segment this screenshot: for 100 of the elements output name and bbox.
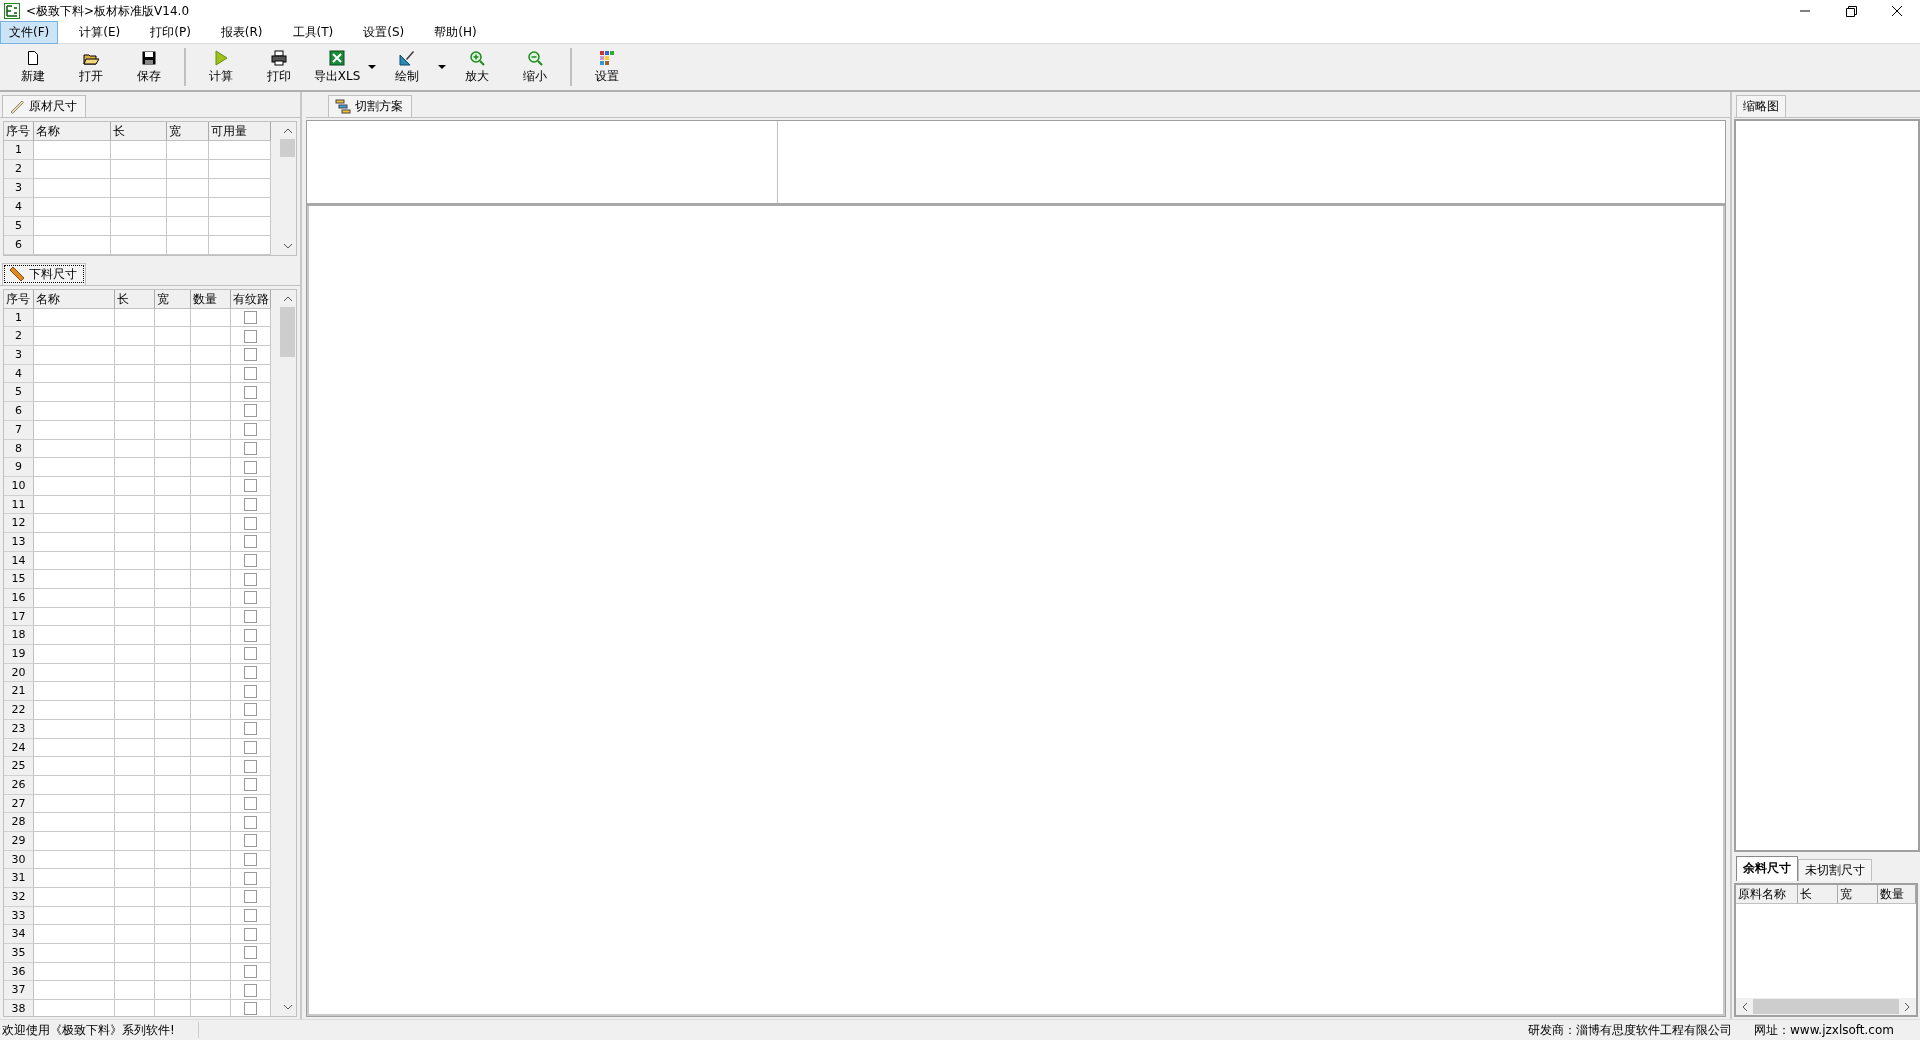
table-cell[interactable] bbox=[191, 645, 231, 664]
menu-item[interactable]: 计算(E) bbox=[70, 21, 130, 44]
table-cell[interactable] bbox=[191, 626, 231, 646]
panel-tab[interactable]: 余料尺寸 bbox=[1736, 856, 1798, 881]
column-header[interactable]: 名称 bbox=[34, 122, 111, 141]
table-cell[interactable] bbox=[34, 1000, 115, 1016]
scroll-down-icon[interactable] bbox=[283, 1005, 292, 1010]
menu-item[interactable]: 设置(S) bbox=[354, 21, 414, 44]
table-cell[interactable] bbox=[34, 701, 115, 720]
table-cell[interactable] bbox=[155, 682, 191, 702]
panel-tab[interactable]: 下料尺寸 bbox=[2, 263, 86, 285]
table-cell[interactable] bbox=[191, 888, 231, 907]
checkbox[interactable] bbox=[244, 778, 257, 792]
panel-tab[interactable]: 缩略图 bbox=[1736, 95, 1786, 117]
table-cell[interactable] bbox=[191, 682, 231, 702]
checkbox[interactable] bbox=[244, 909, 257, 923]
toolbar-button[interactable]: 新建 bbox=[4, 46, 62, 88]
scrollbar-thumb[interactable] bbox=[280, 307, 295, 357]
table-cell[interactable] bbox=[115, 626, 155, 646]
table-cell[interactable] bbox=[34, 327, 115, 347]
column-header[interactable]: 可用量 bbox=[209, 122, 271, 141]
table-cell[interactable] bbox=[191, 402, 231, 421]
table-cell[interactable] bbox=[191, 981, 231, 1001]
column-header[interactable]: 宽 bbox=[167, 122, 209, 141]
table-cell[interactable] bbox=[191, 944, 231, 963]
table-cell[interactable] bbox=[115, 570, 155, 589]
table-cell[interactable] bbox=[34, 813, 115, 832]
table-cell[interactable] bbox=[191, 383, 231, 403]
table-cell[interactable] bbox=[115, 925, 155, 945]
column-header[interactable]: 名称 bbox=[34, 290, 115, 309]
column-header[interactable]: 长 bbox=[115, 290, 155, 309]
table-cell[interactable] bbox=[209, 179, 271, 198]
panel-tab[interactable]: 切割方案 bbox=[328, 95, 412, 117]
table-cell[interactable] bbox=[167, 198, 209, 217]
table-cell[interactable] bbox=[115, 514, 155, 533]
table-cell[interactable] bbox=[155, 383, 191, 403]
table-cell[interactable] bbox=[34, 626, 115, 646]
table-cell[interactable] bbox=[155, 944, 191, 963]
table-cell[interactable] bbox=[155, 346, 191, 365]
checkbox[interactable] bbox=[244, 852, 257, 866]
scroll-up-icon[interactable] bbox=[283, 296, 292, 301]
menu-item[interactable]: 帮助(H) bbox=[425, 21, 486, 44]
checkbox[interactable] bbox=[244, 815, 257, 829]
table-cell[interactable] bbox=[209, 160, 271, 179]
table-cell[interactable] bbox=[34, 589, 115, 608]
dropdown-caret-icon[interactable] bbox=[368, 65, 376, 69]
column-header[interactable]: 原料名称 bbox=[1736, 885, 1798, 904]
toolbar-button[interactable]: 放大 bbox=[448, 46, 506, 88]
table-cell[interactable] bbox=[115, 402, 155, 421]
table-cell[interactable] bbox=[34, 160, 111, 179]
table-cell[interactable] bbox=[111, 217, 167, 236]
checkbox[interactable] bbox=[244, 423, 257, 437]
table-cell[interactable] bbox=[115, 701, 155, 720]
table-cell[interactable] bbox=[115, 682, 155, 702]
column-header[interactable]: 宽 bbox=[155, 290, 191, 309]
table-cell[interactable] bbox=[155, 645, 191, 664]
table-cell[interactable] bbox=[191, 327, 231, 347]
table-cell[interactable] bbox=[34, 682, 115, 702]
toolbar-button[interactable]: 打开 bbox=[62, 46, 120, 88]
table-cell[interactable] bbox=[209, 217, 271, 236]
checkbox[interactable] bbox=[244, 329, 257, 343]
toolbar-button[interactable]: 导出XLS bbox=[308, 46, 366, 88]
table-cell[interactable] bbox=[34, 198, 111, 217]
table-cell[interactable] bbox=[34, 236, 111, 255]
scroll-right-icon[interactable] bbox=[1905, 1002, 1910, 1011]
column-header[interactable]: 序号 bbox=[4, 122, 34, 141]
checkbox[interactable] bbox=[244, 479, 257, 493]
table-cell[interactable] bbox=[167, 179, 209, 198]
horizontal-scrollbar[interactable] bbox=[1736, 998, 1916, 1015]
table-cell[interactable] bbox=[34, 179, 111, 198]
dropdown-caret-icon[interactable] bbox=[438, 65, 446, 69]
column-header[interactable]: 数量 bbox=[191, 290, 231, 309]
checkbox[interactable] bbox=[244, 535, 257, 549]
table-cell[interactable] bbox=[34, 346, 115, 365]
table-cell[interactable] bbox=[155, 514, 191, 533]
table-cell[interactable] bbox=[111, 198, 167, 217]
table-cell[interactable] bbox=[34, 925, 115, 945]
table-cell[interactable] bbox=[155, 701, 191, 720]
table-cell[interactable] bbox=[155, 402, 191, 421]
checkbox[interactable] bbox=[244, 591, 257, 605]
checkbox[interactable] bbox=[244, 796, 257, 810]
checkbox[interactable] bbox=[244, 516, 257, 530]
column-header[interactable]: 长 bbox=[1798, 885, 1838, 904]
checkbox[interactable] bbox=[244, 666, 257, 680]
checkbox[interactable] bbox=[244, 946, 257, 960]
table-cell[interactable] bbox=[155, 888, 191, 907]
checkbox[interactable] bbox=[244, 1002, 257, 1016]
table-cell[interactable] bbox=[191, 346, 231, 365]
table-cell[interactable] bbox=[155, 869, 191, 888]
table-cell[interactable] bbox=[115, 458, 155, 477]
table-cell[interactable] bbox=[191, 813, 231, 832]
checkbox[interactable] bbox=[244, 834, 257, 848]
table-cell[interactable] bbox=[34, 757, 115, 776]
checkbox[interactable] bbox=[244, 572, 257, 586]
menu-item[interactable]: 文件(F) bbox=[0, 21, 59, 44]
column-header[interactable]: 有纹路 bbox=[231, 290, 271, 309]
table-cell[interactable] bbox=[167, 236, 209, 255]
table-cell[interactable] bbox=[155, 458, 191, 477]
table-cell[interactable] bbox=[191, 869, 231, 888]
table-cell[interactable] bbox=[155, 570, 191, 589]
